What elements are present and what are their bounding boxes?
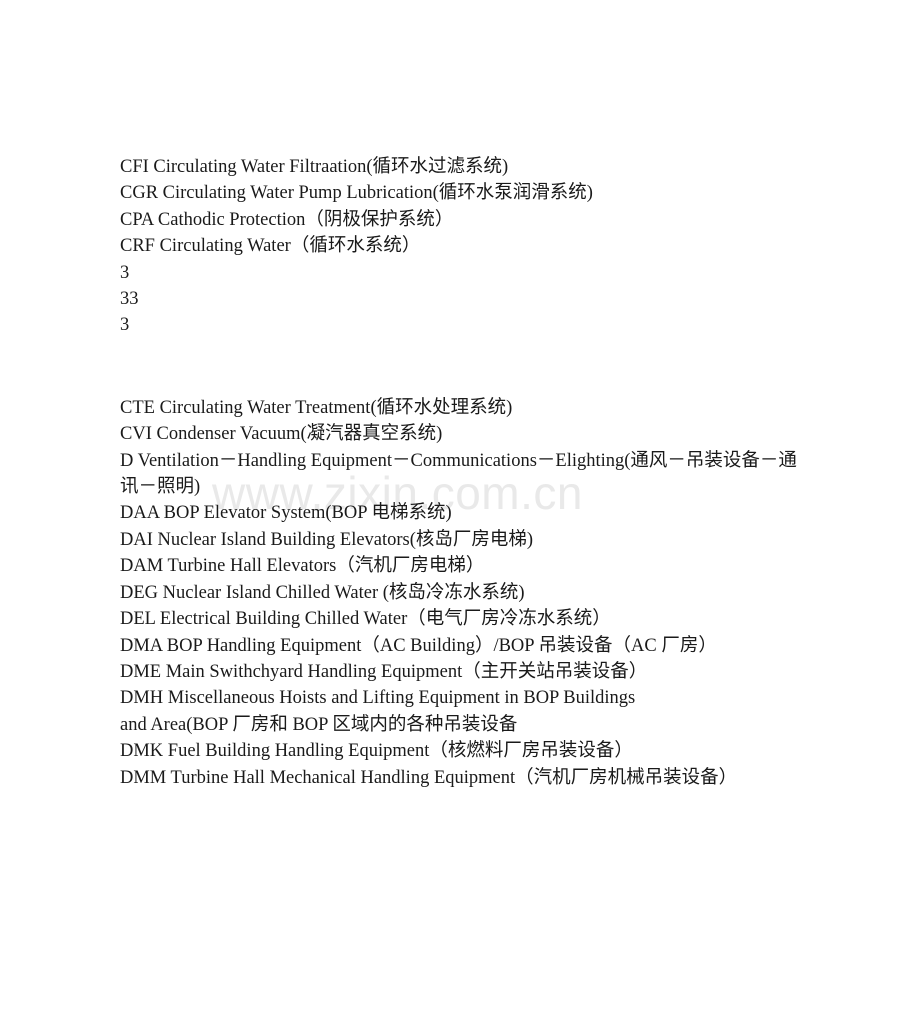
text-line: DMA BOP Handling Equipment（AC Building）/… [120, 635, 717, 656]
document-text-body: CFI Circulating Water Filtraation(循环水过滤系… [120, 154, 800, 791]
text-line: 3 [120, 315, 130, 336]
text-line: DAA BOP Elevator System(BOP 电梯系统) [120, 503, 452, 524]
text-line: CRF Circulating Water（循环水系统） [120, 236, 421, 257]
text-line: D Ventilation－Handling Equipment－Communi… [120, 450, 797, 498]
text-line: DMK Fuel Building Handling Equipment（核燃料… [120, 741, 633, 762]
text-line: CVI Condenser Vacuum(凝汽器真空系统) [120, 424, 443, 445]
text-line: DAM Turbine Hall Elevators（汽机厂房电梯） [120, 556, 485, 577]
text-line: CGR Circulating Water Pump Lubrication(循… [120, 183, 593, 204]
text-line: 33 [120, 289, 139, 310]
text-block-1: CFI Circulating Water Filtraation(循环水过滤系… [120, 154, 800, 339]
text-line: CPA Cathodic Protection（阴极保护系统） [120, 209, 454, 230]
document-page: www.zixin.com.cn CFI Circulating Water F… [0, 0, 920, 1015]
text-line: CFI Circulating Water Filtraation(循环水过滤系… [120, 157, 509, 177]
text-line: DME Main Swithchyard Handling Equipment（… [120, 661, 648, 682]
text-line: DMH Miscellaneous Hoists and Lifting Equ… [120, 688, 636, 709]
text-line: DEG Nuclear Island Chilled Water (核岛冷冻水系… [120, 582, 525, 603]
text-line: DMM Turbine Hall Mechanical Handling Equ… [120, 767, 738, 788]
text-line: CTE Circulating Water Treatment(循环水处理系统) [120, 397, 513, 418]
text-line: DAI Nuclear Island Building Elevators(核岛… [120, 529, 534, 550]
text-line: DEL Electrical Building Chilled Water（电气… [120, 609, 611, 630]
text-line: and Area(BOP 厂房和 BOP 区域内的各种吊装设备 [120, 714, 518, 735]
text-line: 3 [120, 262, 130, 283]
text-block-2: CTE Circulating Water Treatment(循环水处理系统)… [120, 395, 800, 791]
